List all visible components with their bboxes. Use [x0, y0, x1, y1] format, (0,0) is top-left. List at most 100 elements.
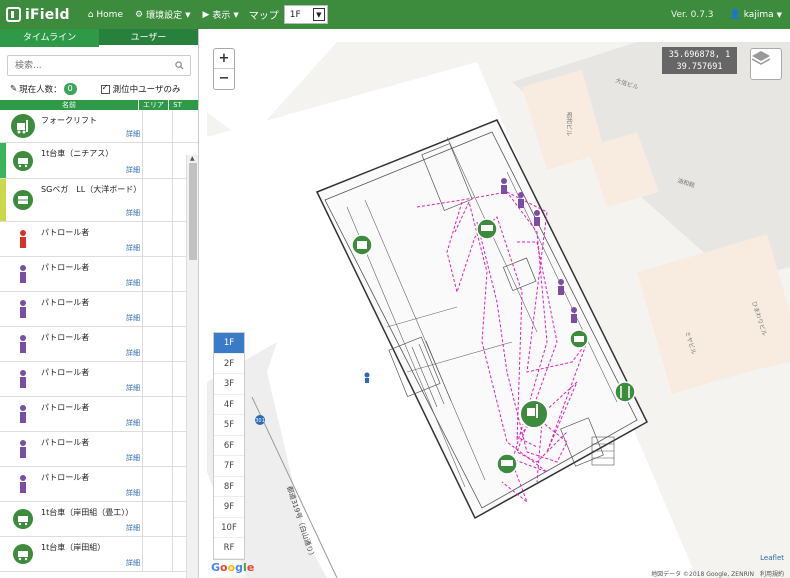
detail-link[interactable]: 詳細 — [126, 278, 140, 288]
list-item[interactable]: パトロール者詳細 — [0, 467, 198, 502]
floor-button-10f[interactable]: 10F — [214, 518, 244, 538]
list-item[interactable]: 1t台車（岸田組） 詳細 — [0, 537, 198, 572]
pallet-icon — [6, 179, 39, 221]
filter-checkbox[interactable] — [100, 83, 110, 94]
list-item[interactable]: パトロール者 詳細 — [0, 362, 198, 397]
list-item[interactable]: パトロール者 詳細 — [0, 397, 198, 432]
map-marker-forklift[interactable] — [519, 399, 549, 429]
cart-icon — [6, 537, 39, 571]
list-item-content: パトロール者 詳細 — [39, 222, 142, 256]
layers-button[interactable] — [750, 48, 782, 80]
floor-button-3f[interactable]: 3F — [214, 374, 244, 395]
detail-link[interactable]: 詳細 — [126, 453, 140, 463]
road-number: 301 — [255, 418, 265, 424]
list-item[interactable]: パトロール者詳細 — [0, 257, 198, 292]
user-menu[interactable]: kajima — [744, 10, 774, 20]
search-icon[interactable] — [175, 61, 184, 70]
list-item-content: 1t台車（ニチアス） 詳細 — [39, 143, 142, 178]
floor-button-6f[interactable]: 6F — [214, 436, 244, 456]
forklift-icon — [6, 110, 39, 142]
floor-select[interactable]: 1F ▼ — [283, 5, 328, 24]
column-name[interactable]: 名前 — [0, 100, 138, 110]
detail-link[interactable]: 詳細 — [126, 313, 140, 323]
list-item-name: パトロール者 — [41, 473, 90, 482]
list-item-st — [172, 179, 185, 221]
list-item-st — [172, 432, 185, 466]
map-marker-ladder[interactable] — [614, 381, 636, 403]
scroll-up-icon[interactable]: ▲ — [190, 155, 195, 162]
map-view[interactable]: 301 都道319号（白山通り） 昭和ビル 大信ビル 油和館 ひまわりビル ミヤ… — [207, 42, 790, 578]
list-item-area — [142, 362, 172, 396]
version-label: Ver. 0.7.3 — [671, 9, 714, 20]
detail-link[interactable]: 詳細 — [126, 243, 140, 253]
list-item-st — [172, 327, 185, 361]
list-item-content: パトロール者 詳細 — [39, 397, 142, 431]
detail-link[interactable]: 詳細 — [126, 418, 140, 428]
tab-users[interactable]: ユーザー — [99, 29, 198, 47]
list-item-area — [142, 257, 172, 291]
person-purple-icon — [6, 257, 39, 291]
search-input[interactable] — [8, 56, 190, 75]
list-item-content: パトロール者詳細 — [39, 257, 142, 291]
list-item[interactable]: パトロール者 詳細 — [0, 292, 198, 327]
brand[interactable]: iField — [6, 7, 70, 23]
floor-button-7f[interactable]: 7F — [214, 456, 244, 477]
filter-label: 測位中ユーザのみ — [112, 85, 181, 95]
list-item[interactable]: SGベガ LL（大洋ボード） 詳細 — [0, 179, 198, 222]
floor-button-2f[interactable]: 2F — [214, 354, 244, 374]
list-item[interactable]: 1t台車（岸田組（畳工）） 詳細 — [0, 502, 198, 537]
map-marker-cart[interactable] — [569, 329, 589, 349]
zoom-in-button[interactable]: + — [214, 49, 234, 69]
map-marker-cart[interactable] — [496, 453, 518, 475]
building-label: 昭和ビル — [565, 112, 573, 136]
map-marker-pallet[interactable] — [351, 234, 373, 256]
leaflet-link[interactable]: Leaflet — [760, 554, 784, 562]
list-item-area — [142, 432, 172, 466]
floor-button-9f[interactable]: 9F — [214, 497, 244, 518]
nav-env-settings[interactable]: ⚙ 環境設定 ▼ — [135, 8, 190, 22]
list-item-area — [142, 502, 172, 536]
list-item-st — [172, 537, 185, 571]
column-area[interactable]: エリア — [138, 100, 168, 110]
list-item-name: パトロール者 — [41, 263, 90, 272]
floor-button-8f[interactable]: 8F — [214, 477, 244, 497]
list-item-name: SGベガ LL（大洋ボード） — [41, 185, 142, 194]
list-scrollbar[interactable]: ▲ — [186, 155, 198, 578]
person-purple-icon — [6, 467, 39, 501]
detail-link[interactable]: 詳細 — [126, 488, 140, 498]
list-item-content: 1t台車（岸田組） 詳細 — [39, 537, 142, 571]
map-marker-cart[interactable] — [476, 218, 498, 240]
list-item[interactable]: パトロール者 詳細 — [0, 222, 198, 257]
detail-link[interactable]: 詳細 — [126, 208, 140, 218]
nav-home[interactable]: ⌂ Home — [88, 10, 123, 20]
zoom-out-button[interactable]: − — [214, 69, 234, 89]
scroll-thumb[interactable] — [189, 163, 197, 260]
detail-link[interactable]: 詳細 — [126, 523, 140, 533]
floor-button-4f[interactable]: 4F — [214, 395, 244, 415]
detail-link[interactable]: 詳細 — [126, 383, 140, 393]
list-item-area — [142, 143, 172, 178]
list-item[interactable]: フォークリフト 詳細 — [0, 110, 198, 143]
detail-link[interactable]: 詳細 — [126, 558, 140, 568]
person-red-icon — [6, 222, 39, 256]
detail-link[interactable]: 詳細 — [126, 348, 140, 358]
detail-link[interactable]: 詳細 — [126, 165, 140, 175]
person-purple-icon — [6, 432, 39, 466]
coordinate-readout: 35.696878, 1 39.757691 — [662, 47, 737, 74]
nav-home-label: Home — [96, 9, 123, 20]
list-item[interactable]: 1t台車（ニチアス） 詳細 — [0, 143, 198, 179]
list-item-st — [172, 257, 185, 291]
floor-button-5f[interactable]: 5F — [214, 415, 244, 436]
person-purple-icon — [6, 292, 39, 326]
column-st[interactable]: ST — [168, 100, 186, 110]
floor-button-rf[interactable]: RF — [214, 538, 244, 559]
detail-link[interactable]: 詳細 — [126, 129, 140, 139]
edit-icon: ✎ — [10, 84, 18, 94]
list-item[interactable]: パトロール者 詳細 — [0, 432, 198, 467]
floor-button-1f[interactable]: 1F — [214, 333, 244, 354]
list-item[interactable]: パトロール者 詳細 — [0, 327, 198, 362]
nav-display[interactable]: ▶ 表示 ▼ — [202, 8, 238, 22]
zoom-control: + − — [213, 48, 235, 90]
chevron-down-icon: ▼ — [312, 8, 325, 21]
tab-timeline[interactable]: タイムライン — [0, 29, 99, 47]
